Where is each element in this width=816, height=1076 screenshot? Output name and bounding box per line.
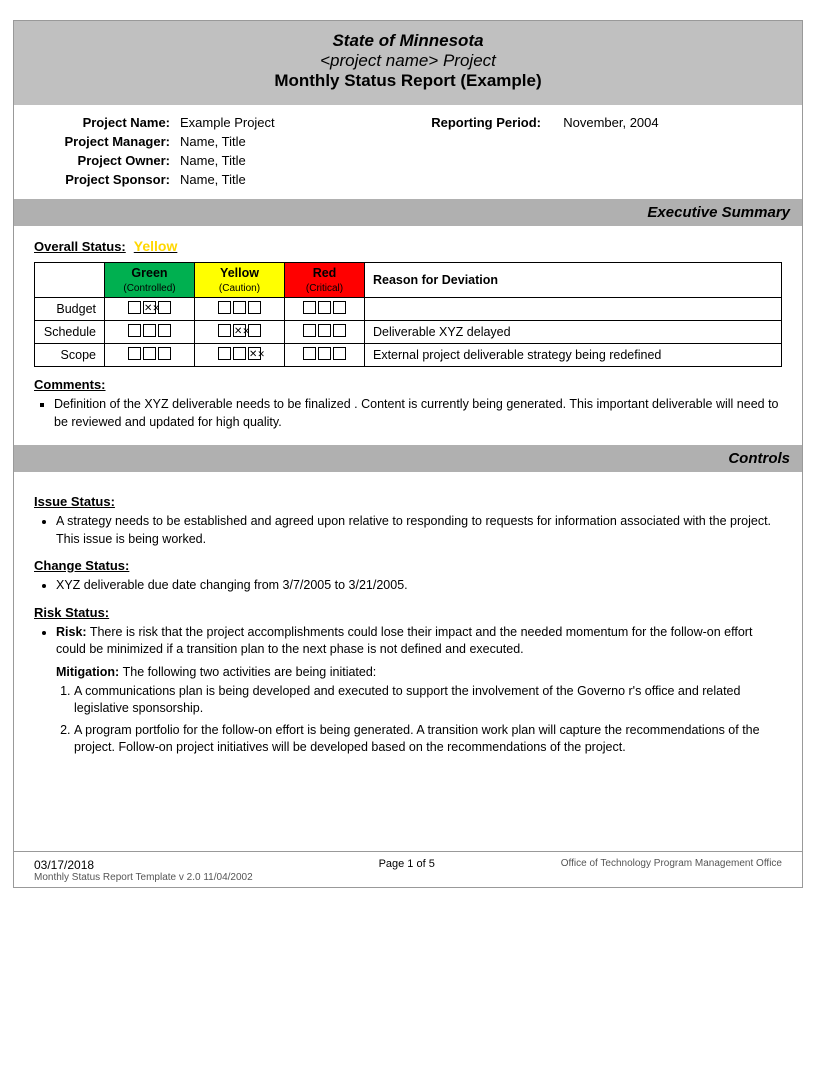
green-checkboxes (105, 344, 195, 367)
reason-header: Reason for Deviation (365, 263, 782, 298)
footer-template-info: Monthly Status Report Template v 2.0 11/… (34, 872, 253, 883)
footer-office-name: Office of Technology Program Management … (561, 858, 782, 869)
mitigation-intro: The following two activities are being i… (123, 665, 377, 679)
executive-summary-content: Overall Status: Yellow Green (Controlled… (14, 234, 802, 445)
project-manager-value: Name, Title (174, 132, 387, 151)
project-sponsor-label: Project Sponsor: (44, 170, 174, 189)
project-name-value: Example Project (174, 113, 387, 132)
footer-office: Office of Technology Program Management … (561, 858, 782, 869)
project-sponsor-value: Name, Title (174, 170, 387, 189)
reason-cell: Deliverable XYZ delayed (365, 321, 782, 344)
yellow-header: Yellow (Caution) (195, 263, 285, 298)
red-header: Red (Critical) (285, 263, 365, 298)
green-header: Green (Controlled) (105, 263, 195, 298)
executive-summary-header: Executive Summary (14, 199, 802, 226)
status-row-label: Scope (35, 344, 105, 367)
risk-item: Risk: There is risk that the project acc… (56, 624, 782, 659)
comments-section: Comments: Definition of the XYZ delivera… (34, 377, 782, 431)
yellow-checkboxes: ✕ (195, 344, 285, 367)
controls-header: Controls (14, 445, 802, 472)
risk-list: Risk: There is risk that the project acc… (56, 624, 782, 659)
mitigation-label: Mitigation: The following two activities… (56, 665, 782, 679)
footer-date: 03/17/2018 (34, 858, 253, 872)
mitigation-item: A communications plan is being developed… (74, 683, 782, 718)
project-owner-label: Project Owner: (44, 151, 174, 170)
footer-page-info: Page 1 of 5 (379, 858, 435, 870)
red-checkboxes (285, 344, 365, 367)
issue-status-label: Issue Status: (34, 494, 782, 509)
green-checkboxes (105, 321, 195, 344)
project-manager-label: Project Manager: (44, 132, 174, 151)
page-header: State of Minnesota <project name> Projec… (14, 21, 802, 105)
mitigation-item: A program portfolio for the follow-on ef… (74, 722, 782, 757)
comment-item: Definition of the XYZ deliverable needs … (54, 396, 782, 431)
footer: 03/17/2018 Monthly Status Report Templat… (14, 851, 802, 887)
comments-list: Definition of the XYZ deliverable needs … (54, 396, 782, 431)
mitigation-list: A communications plan is being developed… (74, 683, 782, 757)
change-list: XYZ deliverable due date changing from 3… (56, 577, 782, 595)
green-checkboxes: ✕ (105, 298, 195, 321)
status-row-label: Schedule (35, 321, 105, 344)
issue-list: A strategy needs to be established and a… (56, 513, 782, 548)
reporting-period-label: Reporting Period: (427, 113, 557, 132)
reason-cell (365, 298, 782, 321)
controls-content: Issue Status: A strategy needs to be est… (14, 480, 802, 771)
change-status-label: Change Status: (34, 558, 782, 573)
change-item: XYZ deliverable due date changing from 3… (56, 577, 782, 595)
header-line1: State of Minnesota (34, 31, 782, 51)
comments-label: Comments: (34, 377, 782, 392)
yellow-checkboxes (195, 298, 285, 321)
page: State of Minnesota <project name> Projec… (13, 20, 803, 888)
status-table: Green (Controlled) Yellow (Caution) Red … (34, 262, 782, 367)
reason-cell: External project deliverable strategy be… (365, 344, 782, 367)
issue-item: A strategy needs to be established and a… (56, 513, 782, 548)
footer-center: Page 1 of 5 (379, 858, 435, 870)
reporting-period-value: November, 2004 (557, 113, 772, 132)
header-line2: <project name> Project (34, 51, 782, 71)
project-owner-value: Name, Title (174, 151, 387, 170)
overall-status-value: Yellow (134, 238, 178, 254)
project-name-label: Project Name: (44, 113, 174, 132)
header-line3: Monthly Status Report (Example) (34, 71, 782, 91)
project-info: Project Name: Example Project Reporting … (14, 105, 802, 199)
red-checkboxes (285, 298, 365, 321)
footer-left: 03/17/2018 Monthly Status Report Templat… (34, 858, 253, 883)
red-checkboxes (285, 321, 365, 344)
overall-status-row: Overall Status: Yellow (34, 238, 782, 254)
yellow-checkboxes: ✕ (195, 321, 285, 344)
status-row-label: Budget (35, 298, 105, 321)
overall-status-label: Overall Status: (34, 239, 126, 254)
risk-status-label: Risk Status: (34, 605, 782, 620)
